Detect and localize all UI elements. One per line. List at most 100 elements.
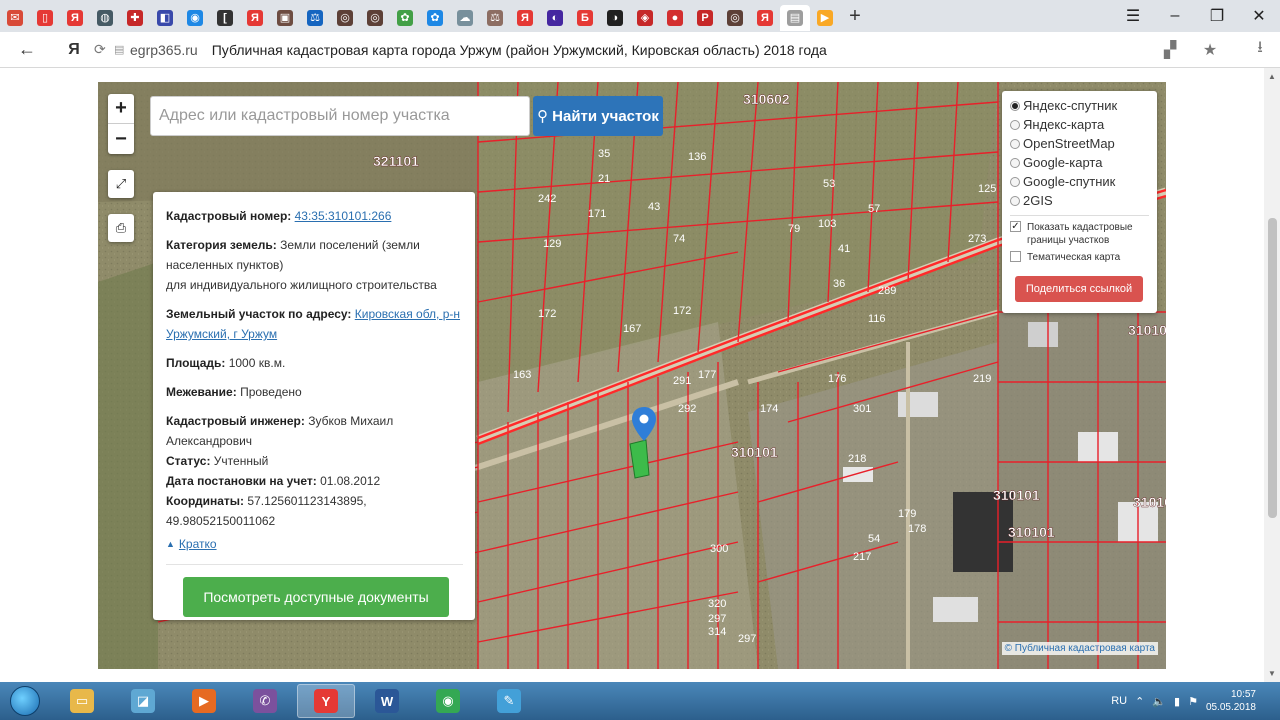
word-taskbar-icon[interactable]: W	[358, 684, 416, 718]
site-tab[interactable]: ◎	[720, 5, 750, 31]
network-icon[interactable]: ▮	[1174, 695, 1180, 708]
cadastral-number-link[interactable]: 43:35:310101:266	[295, 209, 392, 223]
site-tab[interactable]: [	[210, 5, 240, 31]
parcel-number-label: 41	[838, 243, 850, 255]
windows-logo-icon	[10, 686, 40, 716]
download-icon[interactable]: ⭳	[1240, 36, 1280, 63]
zoom-out-button[interactable]: −	[108, 124, 134, 154]
scrollbar-thumb[interactable]	[1268, 218, 1277, 518]
parcel-number-label: 125	[978, 183, 996, 195]
bookmark-star-icon[interactable]: ★	[1190, 40, 1230, 60]
site-tab[interactable]: ⚖	[300, 5, 330, 31]
site-tab[interactable]: ◎	[330, 5, 360, 31]
url-domain[interactable]: egrp365.ru	[130, 42, 198, 58]
view-documents-button[interactable]: Посмотреть доступные документы	[183, 577, 449, 617]
layer-option[interactable]: Яндекс-карта	[1010, 115, 1149, 134]
reader-mode-icon[interactable]: ▞	[1150, 40, 1190, 60]
site-tab[interactable]: ▣	[270, 5, 300, 31]
site-tab[interactable]: ◐	[540, 5, 570, 31]
new-tab-button[interactable]: +	[840, 5, 870, 28]
parcel-number-label: 171	[588, 208, 606, 220]
site-tab[interactable]: ◑	[600, 5, 630, 31]
site-tab[interactable]: ◧	[150, 5, 180, 31]
notes-taskbar-icon[interactable]: ◪	[114, 684, 172, 718]
site-tab[interactable]: ●	[660, 5, 690, 31]
media-player-taskbar-icon[interactable]: ▶	[175, 684, 233, 718]
parcel-number-label: 291	[673, 375, 691, 387]
radio-icon[interactable]	[1010, 176, 1020, 187]
site-tab[interactable]: ☁	[450, 5, 480, 31]
site-tab[interactable]: ▶	[810, 5, 840, 31]
find-parcel-button[interactable]: ⚲ Найти участок	[533, 96, 663, 136]
layer-option-label: Google-спутник	[1023, 174, 1116, 189]
site-tab[interactable]: ⚖	[480, 5, 510, 31]
checkbox-empty-icon[interactable]	[1010, 251, 1021, 262]
tab-favicon-icon: ✉	[7, 10, 23, 26]
checkbox-checked-icon[interactable]: ✓	[1010, 221, 1021, 232]
zoom-in-button[interactable]: +	[108, 94, 134, 124]
layer-option[interactable]: Google-спутник	[1010, 172, 1149, 191]
layer-option[interactable]: Яндекс-спутник	[1010, 96, 1149, 115]
radio-icon[interactable]	[1010, 119, 1020, 130]
layer-option[interactable]: Google-карта	[1010, 153, 1149, 172]
radio-icon[interactable]	[1010, 100, 1020, 111]
address-row: Земельный участок по адресу: Кировская о…	[166, 304, 463, 344]
reload-icon[interactable]: ⟳	[94, 41, 114, 58]
site-tab[interactable]: ◈	[630, 5, 660, 31]
back-arrow-icon[interactable]: ←	[0, 39, 54, 60]
site-tab[interactable]: ✚	[120, 5, 150, 31]
menu-icon[interactable]: ☰	[1112, 0, 1154, 32]
fullscreen-icon[interactable]: ⤢	[108, 170, 134, 198]
site-tab[interactable]: ◍	[90, 5, 120, 31]
site-tab[interactable]: P	[690, 5, 720, 31]
viber-taskbar-icon[interactable]: ✆	[236, 684, 294, 718]
restore-icon[interactable]: ❐	[1196, 0, 1238, 32]
pdf-tab[interactable]: ▯	[30, 5, 60, 31]
site-tab[interactable]: ◉	[180, 5, 210, 31]
paint-taskbar-icon[interactable]: ✎	[480, 684, 538, 718]
minimize-icon[interactable]: –	[1154, 0, 1196, 32]
cadastral-map[interactable]: 321101 310602 310101 310103 310103 310101 3101…	[98, 82, 1166, 669]
show-borders-checkbox[interactable]: ✓ Показать кадастровые границы участков	[1010, 221, 1149, 247]
page-info-icon[interactable]: ▤	[114, 43, 130, 56]
page-title[interactable]: Публичная кадастровая карта города Уржум…	[212, 42, 1150, 58]
scroll-up-icon[interactable]: ▲	[1268, 72, 1276, 81]
active-page-tab[interactable]: ▤	[780, 5, 810, 31]
thematic-map-checkbox[interactable]: Тематическая карта	[1010, 251, 1149, 264]
flag-icon[interactable]: ⚑	[1188, 695, 1198, 708]
windows-taskbar: ▭ ◪ ▶ ✆ Y W ◉ ✎ RU ⌃ 🔈 ▮ ⚑ 10:57 05.05.2018	[0, 682, 1280, 720]
site-tab[interactable]: ◎	[360, 5, 390, 31]
cadastral-search-input[interactable]	[150, 96, 530, 136]
yandex-tab[interactable]: Я	[60, 5, 90, 31]
radio-icon[interactable]	[1010, 138, 1020, 149]
radio-icon[interactable]	[1010, 157, 1020, 168]
scroll-down-icon[interactable]: ▼	[1268, 669, 1276, 678]
yandex-tab[interactable]: Я	[240, 5, 270, 31]
share-link-button[interactable]: Поделиться ссылкой	[1015, 276, 1143, 302]
site-tab[interactable]: Б	[570, 5, 600, 31]
yandex-browser-taskbar-icon[interactable]: Y	[297, 684, 355, 718]
volume-icon[interactable]: 🔈	[1152, 695, 1166, 708]
tray-chevron-icon[interactable]: ⌃	[1135, 695, 1144, 708]
explorer-taskbar-icon[interactable]: ▭	[53, 684, 111, 718]
language-indicator[interactable]: RU	[1111, 695, 1127, 707]
yandex-home-button[interactable]: Я	[54, 41, 94, 59]
site-tab[interactable]: ✿	[390, 5, 420, 31]
clock[interactable]: 10:57 05.05.2018	[1206, 688, 1256, 714]
page-scrollbar[interactable]: ▲ ▼	[1264, 68, 1280, 682]
yandex-tab[interactable]: Я	[510, 5, 540, 31]
mail-tab[interactable]: ✉	[0, 5, 30, 31]
selected-parcel-marker-icon[interactable]	[632, 407, 656, 441]
chrome-taskbar-icon[interactable]: ◉	[419, 684, 477, 718]
site-tab[interactable]: ✿	[420, 5, 450, 31]
collapse-details-link[interactable]: ▲ Кратко	[166, 534, 463, 554]
radio-icon[interactable]	[1010, 195, 1020, 206]
map-attribution-link[interactable]: © Публичная кадастровая карта	[1001, 642, 1158, 655]
print-icon[interactable]: ⎙	[108, 214, 134, 242]
layer-option[interactable]: 2GIS	[1010, 191, 1149, 210]
yandex-tab[interactable]: Я	[750, 5, 780, 31]
start-button[interactable]	[0, 682, 50, 720]
layer-option-label: 2GIS	[1023, 193, 1053, 208]
layer-option[interactable]: OpenStreetMap	[1010, 134, 1149, 153]
close-icon[interactable]: ✕	[1238, 0, 1280, 32]
